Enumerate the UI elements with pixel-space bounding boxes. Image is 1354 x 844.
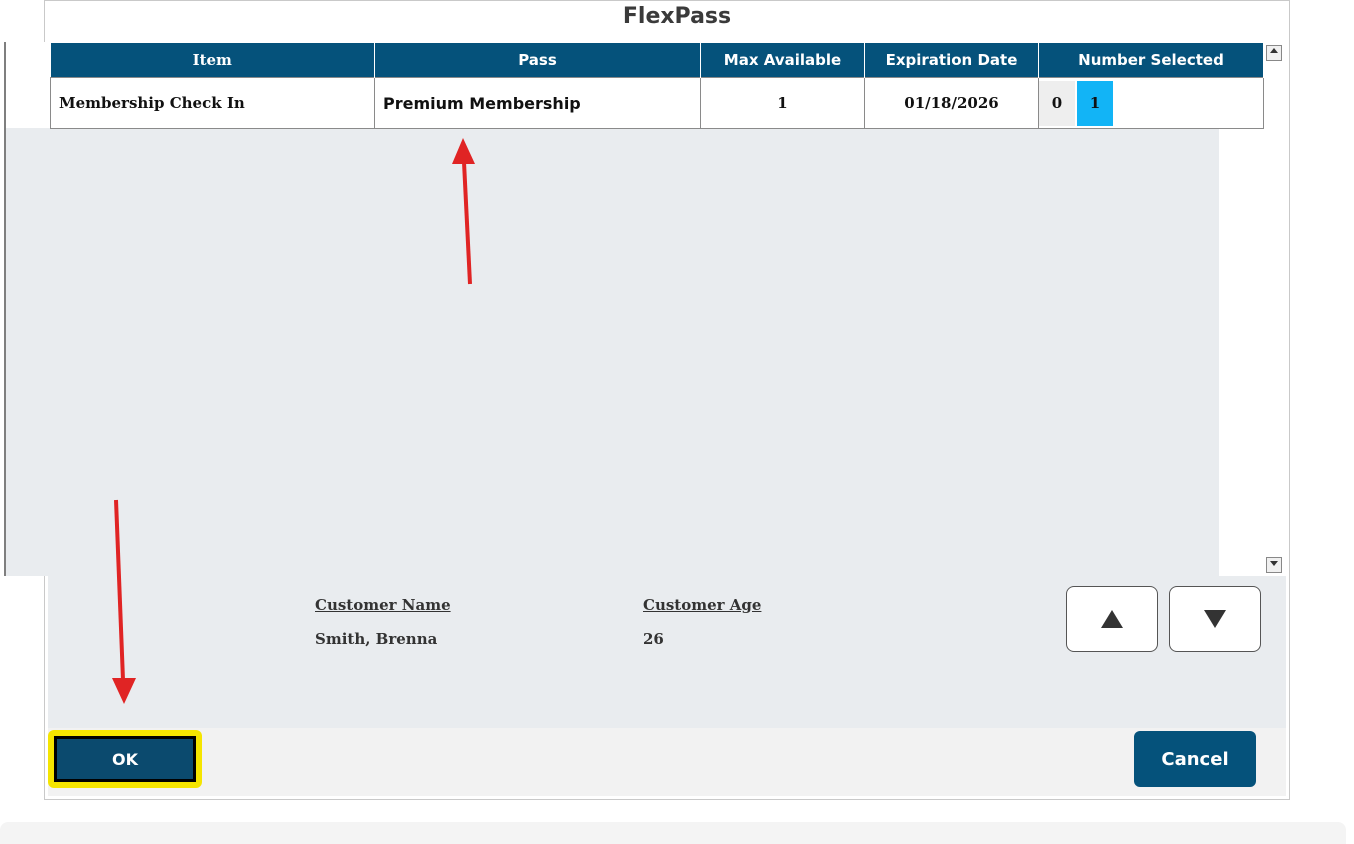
ok-button[interactable]: OK [54,736,196,782]
column-header-number-selected: Number Selected [1038,43,1264,78]
scroll-down-icon [1270,561,1278,566]
cell-pass: Premium Membership [374,77,701,129]
row-up-button[interactable] [1066,586,1158,652]
customer-age-label: Customer Age [643,596,762,614]
triangle-down-icon [1204,610,1226,628]
customer-name-label: Customer Name [315,596,451,614]
scroll-down-button[interactable] [1266,557,1282,573]
cell-max-available: 1 [700,77,865,129]
triangle-up-icon [1101,610,1123,628]
page-footer-strip [0,822,1346,844]
vertical-scrollbar[interactable] [1266,61,1282,557]
cancel-button[interactable]: Cancel [1134,731,1256,787]
number-option-1-selected[interactable]: 1 [1077,80,1113,126]
scroll-up-button[interactable] [1266,45,1282,61]
pass-table: Item Pass Max Available Expiration Date … [50,43,1264,129]
row-down-button[interactable] [1169,586,1261,652]
column-header-max-available: Max Available [700,43,865,78]
button-bar [48,728,1286,796]
cell-number-selected: 01 [1038,77,1264,129]
cell-item: Membership Check In [50,77,375,129]
dialog-title: FlexPass [622,4,732,29]
cell-expiration-date: 01/18/2026 [864,77,1039,129]
scroll-up-icon [1270,48,1278,53]
ok-highlight: OK [48,730,202,788]
table-row[interactable]: Membership Check In Premium Membership 1… [50,77,1264,129]
column-header-item: Item [50,43,375,78]
customer-age-value: 26 [643,630,664,648]
number-option-0[interactable]: 0 [1039,80,1075,126]
column-header-pass: Pass [374,43,701,78]
column-header-expiration-date: Expiration Date [864,43,1039,78]
table-header-row: Item Pass Max Available Expiration Date … [50,43,1264,78]
customer-name-value: Smith, Brenna [315,630,438,648]
